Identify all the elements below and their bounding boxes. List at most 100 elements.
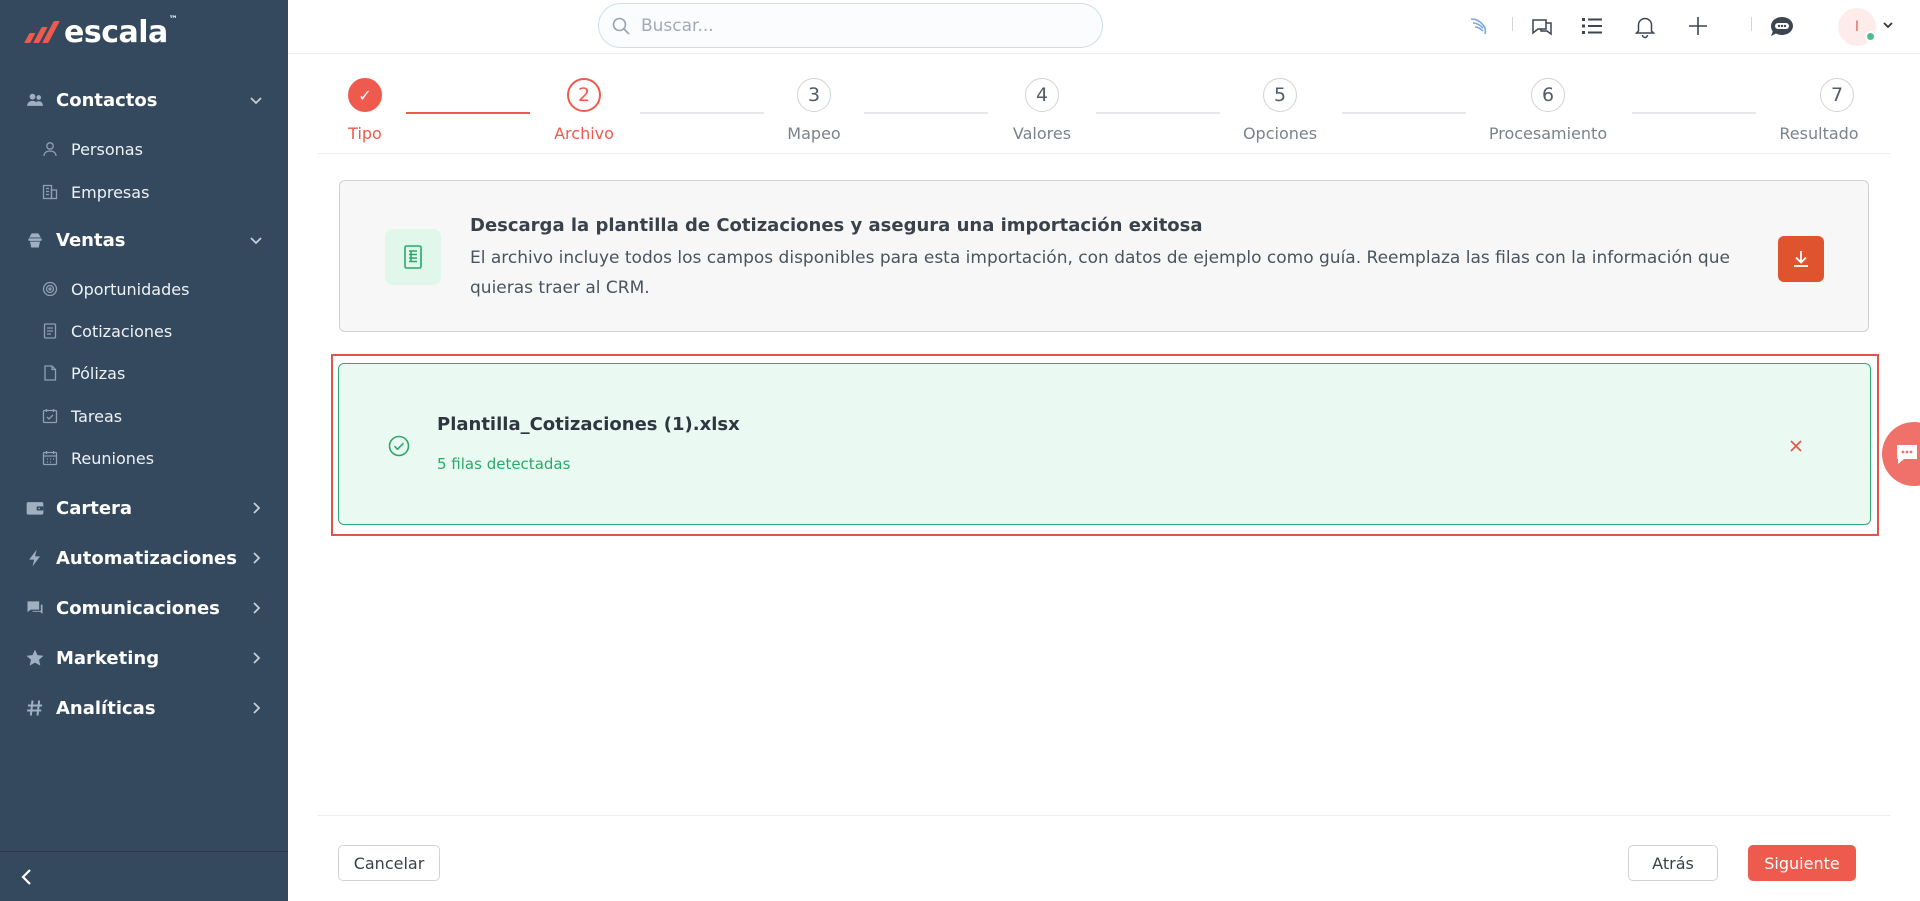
file-icon <box>44 365 57 381</box>
sidebar: escala™ Contactos Personas Empresas Vent… <box>0 0 288 901</box>
template-download-card: Descarga la plantilla de Cotizaciones y … <box>339 180 1869 332</box>
step-1-circle[interactable]: ✓ <box>348 78 382 112</box>
sidebar-item-cotizaciones[interactable]: Cotizaciones <box>0 313 288 349</box>
template-title: Descarga la plantilla de Cotizaciones y … <box>470 215 1203 236</box>
step-connector <box>1096 112 1220 114</box>
sidebar-item-label: Pólizas <box>71 363 126 383</box>
sidebar-section-analiticas[interactable]: Analíticas <box>0 686 288 730</box>
chevron-right-icon <box>253 502 261 514</box>
person-icon <box>43 142 57 157</box>
bell-icon[interactable] <box>1631 12 1659 40</box>
chat-icon <box>24 597 46 619</box>
chevron-right-icon <box>253 602 261 614</box>
sidebar-section-label: Comunicaciones <box>56 597 220 619</box>
sidebar-footer <box>0 851 288 901</box>
logo-mark-icon <box>24 21 60 43</box>
download-template-button[interactable] <box>1778 236 1824 282</box>
search-icon <box>612 17 630 35</box>
step-3-label: Mapeo <box>787 124 841 143</box>
conversations-icon[interactable] <box>1528 12 1556 40</box>
check-circle-icon <box>388 435 410 457</box>
hash-icon <box>24 697 46 719</box>
ventas-icon <box>24 229 46 251</box>
step-connector <box>640 112 764 114</box>
list-icon[interactable] <box>1578 12 1606 40</box>
step-6-label: Procesamiento <box>1488 124 1608 143</box>
building-icon <box>42 184 58 200</box>
plus-icon[interactable] <box>1684 12 1712 40</box>
sidebar-item-personas[interactable]: Personas <box>0 131 288 167</box>
calendar-check-icon <box>42 409 58 424</box>
document-icon <box>43 323 57 339</box>
step-4-label: Valores <box>1012 124 1072 143</box>
topbar-divider <box>1512 17 1513 31</box>
sidebar-section-marketing[interactable]: Marketing <box>0 636 288 680</box>
next-button[interactable]: Siguiente <box>1748 845 1856 881</box>
bird-logo-icon[interactable] <box>1466 12 1494 40</box>
sidebar-section-label: Automatizaciones <box>56 547 237 569</box>
sidebar-section-label: Cartera <box>56 497 133 519</box>
collapse-sidebar-icon[interactable] <box>16 866 38 888</box>
chevron-down-icon <box>250 97 262 105</box>
spreadsheet-icon <box>385 229 441 285</box>
uploaded-file-name: Plantilla_Cotizaciones (1).xlsx <box>437 414 740 435</box>
template-description: El archivo incluye todos los campos disp… <box>470 248 1730 298</box>
chevron-down-icon <box>250 237 262 245</box>
sidebar-item-reuniones[interactable]: Reuniones <box>0 440 288 476</box>
step-7-circle: 7 <box>1820 78 1854 112</box>
step-1-label: Tipo <box>348 124 382 143</box>
download-icon <box>1794 251 1808 267</box>
step-7-label: Resultado <box>1779 124 1859 143</box>
calendar-icon <box>42 451 58 466</box>
step-connector <box>864 112 988 114</box>
footer-divider <box>318 815 1890 816</box>
chat-bubble-icon <box>1897 445 1917 464</box>
brand-logo[interactable]: escala™ <box>24 14 178 50</box>
sidebar-item-empresas[interactable]: Empresas <box>0 174 288 210</box>
uploaded-file-card: Plantilla_Cotizaciones (1).xlsx 5 filas … <box>338 363 1871 525</box>
chevron-down-icon[interactable] <box>1882 19 1894 31</box>
remove-file-button[interactable] <box>1786 436 1806 456</box>
sidebar-item-polizas[interactable]: Pólizas <box>0 355 288 391</box>
target-icon <box>42 281 58 297</box>
sidebar-section-automatizaciones[interactable]: Automatizaciones <box>0 536 288 580</box>
brand-name: escala™ <box>64 14 178 50</box>
topbar: I <box>288 0 1920 54</box>
cancel-button[interactable]: Cancelar <box>338 845 440 881</box>
sidebar-item-label: Cotizaciones <box>71 321 173 341</box>
step-5-label: Opciones <box>1242 124 1318 143</box>
topbar-divider <box>1751 17 1752 31</box>
chevron-right-icon <box>253 652 261 664</box>
sidebar-section-cartera[interactable]: Cartera <box>0 486 288 530</box>
sidebar-item-label: Personas <box>71 139 143 159</box>
sidebar-item-label: Oportunidades <box>71 279 190 299</box>
step-3-circle: 3 <box>797 78 831 112</box>
search-box[interactable] <box>598 3 1103 48</box>
step-connector <box>1632 112 1756 114</box>
sidebar-section-contactos[interactable]: Contactos <box>0 78 288 122</box>
step-2-label: Archivo <box>554 124 614 143</box>
support-icon[interactable] <box>1768 12 1796 40</box>
sidebar-section-comunicaciones[interactable]: Comunicaciones <box>0 586 288 630</box>
sidebar-section-label: Analíticas <box>56 697 156 719</box>
sidebar-section-ventas[interactable]: Ventas <box>0 218 288 262</box>
sidebar-section-label: Contactos <box>56 89 158 111</box>
chat-widget-button[interactable] <box>1882 422 1920 486</box>
sidebar-item-oportunidades[interactable]: Oportunidades <box>0 271 288 307</box>
search-input[interactable] <box>641 10 1081 41</box>
bolt-icon <box>24 547 46 569</box>
users-icon <box>24 89 46 111</box>
sidebar-item-label: Reuniones <box>71 448 155 468</box>
sidebar-item-label: Tareas <box>71 406 123 426</box>
sidebar-section-label: Marketing <box>56 647 160 669</box>
back-button[interactable]: Atrás <box>1628 845 1718 881</box>
rows-detected: 5 filas detectadas <box>437 455 571 473</box>
sidebar-section-label: Ventas <box>56 229 126 251</box>
step-4-circle: 4 <box>1025 78 1059 112</box>
sidebar-item-tareas[interactable]: Tareas <box>0 398 288 434</box>
step-connector <box>1342 112 1466 114</box>
import-stepper: ✓ Tipo 2 Archivo 3 Mapeo 4 Valores 5 Opc… <box>318 54 1890 154</box>
sidebar-item-label: Empresas <box>71 182 150 202</box>
wallet-icon <box>24 497 46 519</box>
step-2-circle[interactable]: 2 <box>567 78 601 112</box>
